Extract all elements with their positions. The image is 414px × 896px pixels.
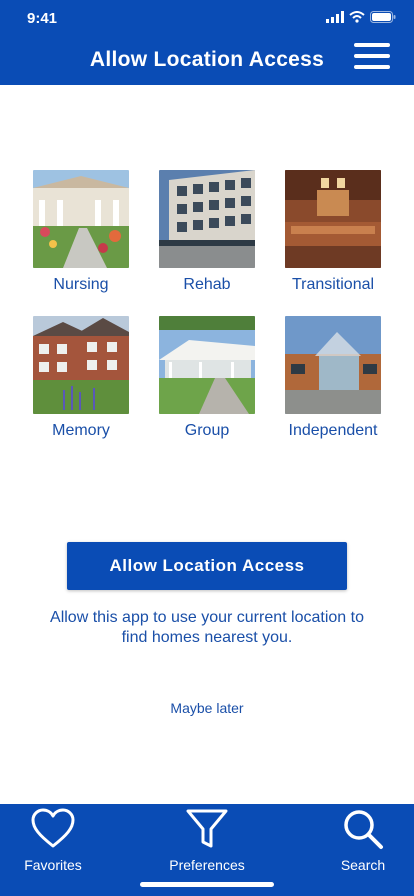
tab-label: Favorites xyxy=(24,857,82,873)
category-tile-memory[interactable]: Memory xyxy=(26,316,136,440)
allow-location-button[interactable]: Allow Location Access xyxy=(67,542,347,590)
wifi-icon xyxy=(349,11,365,23)
category-tile-nursing[interactable]: Nursing xyxy=(26,170,136,294)
category-tile-rehab[interactable]: Rehab xyxy=(152,170,262,294)
category-tile-transitional[interactable]: Transitional xyxy=(278,170,388,294)
memory-photo xyxy=(33,316,129,414)
category-tile-independent[interactable]: Independent xyxy=(278,316,388,440)
home-indicator[interactable] xyxy=(140,882,274,887)
category-label: Memory xyxy=(52,422,110,439)
category-label: Nursing xyxy=(53,276,109,293)
category-label: Group xyxy=(184,422,230,439)
group-photo xyxy=(159,316,255,414)
signal-icon xyxy=(326,11,344,23)
tab-search[interactable]: Search xyxy=(308,808,414,873)
tab-preferences[interactable]: Preferences xyxy=(152,808,262,873)
category-label: Transitional xyxy=(291,276,375,293)
search-icon xyxy=(344,810,383,849)
hamburger-line xyxy=(354,65,390,69)
hamburger-line xyxy=(354,43,390,47)
status-time: 9:41 xyxy=(27,10,58,27)
maybe-later-link[interactable]: Maybe later xyxy=(0,700,414,716)
tab-label: Search xyxy=(340,857,386,873)
battery-icon xyxy=(370,11,396,23)
location-description: Allow this app to use your current locat… xyxy=(50,609,364,646)
status-icons xyxy=(326,11,396,23)
filter-icon xyxy=(186,809,228,848)
transitional-photo xyxy=(285,170,381,268)
category-label: Independent xyxy=(288,422,378,439)
heart-icon xyxy=(31,808,75,848)
rehab-photo xyxy=(159,170,255,268)
menu-button[interactable] xyxy=(354,43,390,69)
tab-favorites[interactable]: Favorites xyxy=(0,808,108,873)
app-header: 9:41 Allow Location Access xyxy=(0,0,414,85)
tab-label: Preferences xyxy=(169,857,245,873)
hamburger-line xyxy=(354,54,390,58)
category-tile-group[interactable]: Group xyxy=(152,316,262,440)
category-label: Rehab xyxy=(183,276,231,293)
page-title: Allow Location Access xyxy=(89,48,325,71)
independent-photo xyxy=(285,316,381,414)
nursing-photo xyxy=(33,170,129,268)
